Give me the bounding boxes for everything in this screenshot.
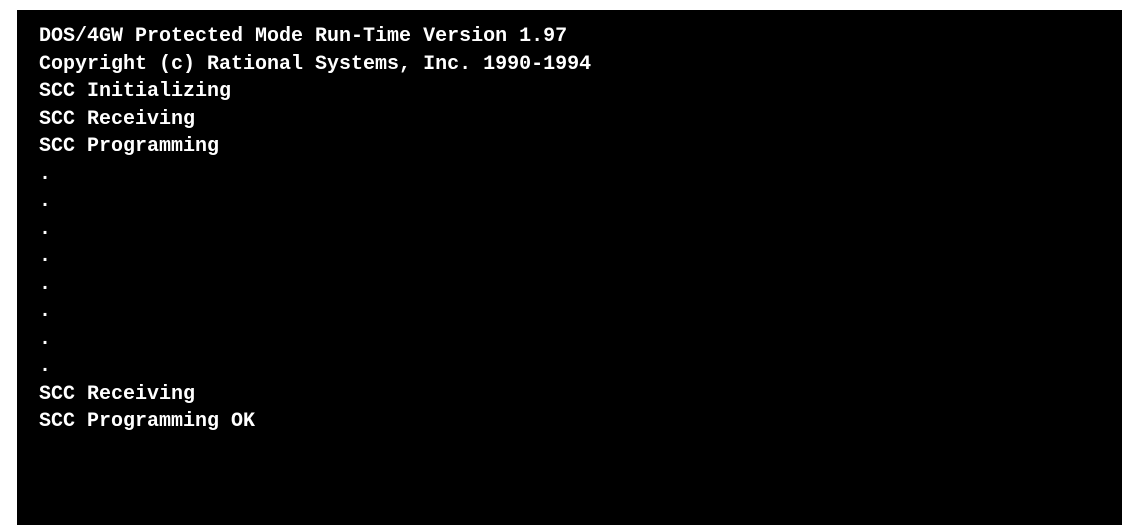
dos4gw-version-line: DOS/4GW Protected Mode Run-Time Version …: [39, 25, 568, 48]
progress-dot-line: .: [39, 245, 52, 268]
scc-initializing-line: SCC Initializing: [39, 80, 232, 103]
progress-dot-line: .: [39, 217, 52, 241]
progress-dot-line: .: [39, 327, 52, 351]
progress-dot-line: .: [39, 355, 52, 378]
progress-dot-line: .: [39, 272, 52, 296]
terminal-window: DOS/4GW Protected Mode Run-Time Version …: [17, 10, 1122, 525]
scc-programming-ok-line: SCC Programming OK: [39, 410, 256, 433]
scc-receiving-line: SCC Receiving: [39, 382, 196, 406]
progress-dot-line: .: [39, 300, 52, 323]
copyright-line: Copyright (c) Rational Systems, Inc. 199…: [39, 52, 592, 76]
scc-receiving-line: SCC Receiving: [39, 107, 196, 131]
progress-dot-line: .: [39, 162, 52, 186]
scc-programming-line: SCC Programming: [39, 135, 220, 158]
progress-dot-line: .: [39, 190, 52, 213]
